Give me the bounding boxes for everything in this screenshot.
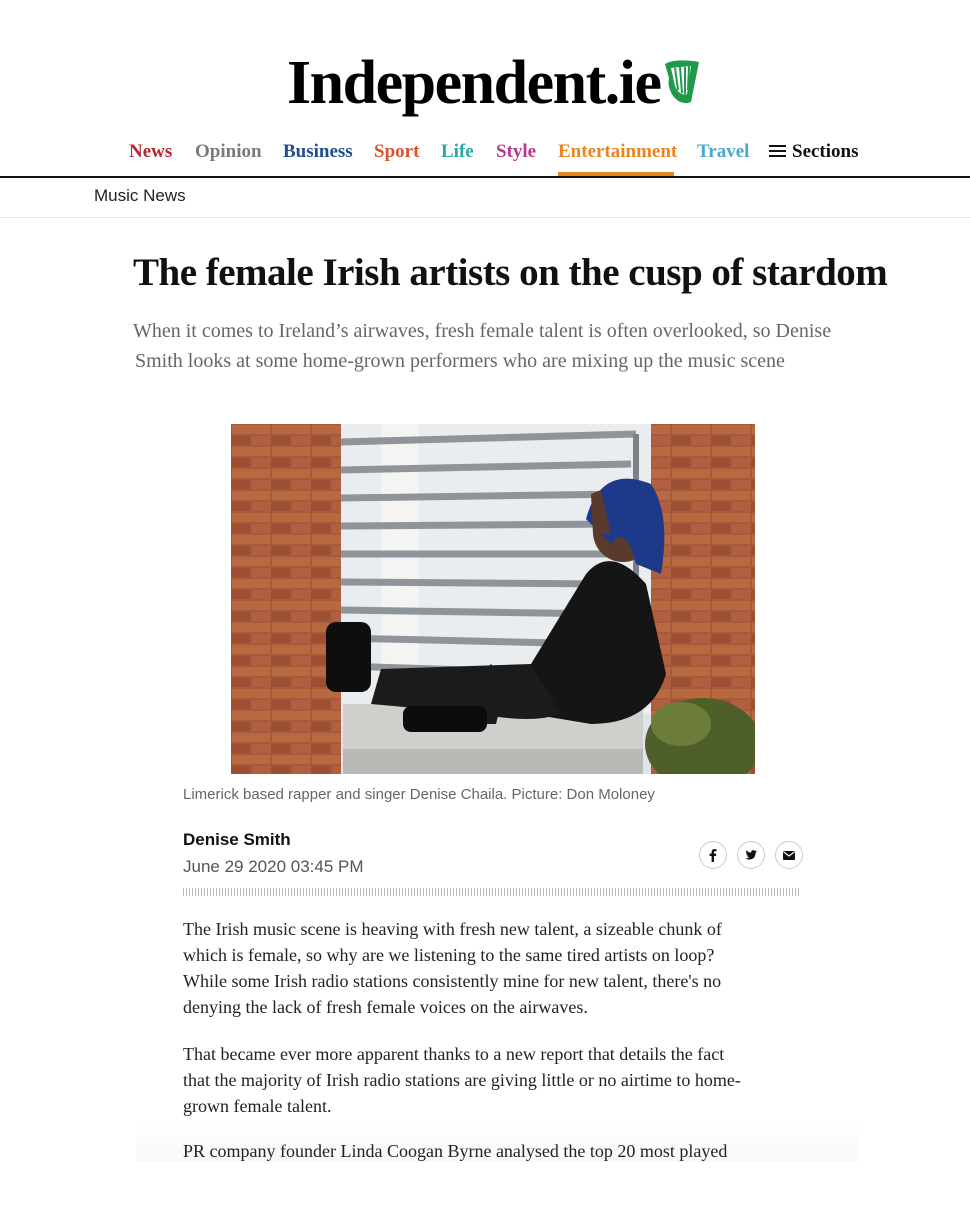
breadcrumb-divider [0,217,970,218]
article-standfirst: When it comes to Ireland’s airwaves, fre… [133,316,903,376]
nav-item-news[interactable]: News [129,139,172,165]
photo-caption: Limerick based rapper and singer Denise … [183,786,655,803]
standfirst-line: Smith looks at some home-grown performer… [135,350,785,372]
twitter-share-button[interactable] [737,841,765,869]
article-paragraph: The Irish music scene is heaving with fr… [183,916,793,1020]
paragraph-line: grown female talent. [183,1096,332,1116]
nav-item-travel[interactable]: Travel [697,139,749,165]
paragraph-line: The Irish music scene is heaving with fr… [183,919,722,939]
author-name[interactable]: Denise Smith [183,830,291,850]
site-header: Independent.ie [0,48,970,118]
paragraph-line: which is female, so why are we listening… [183,945,715,965]
nav-item-sport[interactable]: Sport [374,139,419,165]
nav-item-business[interactable]: Business [283,139,353,165]
nav-item-life[interactable]: Life [441,139,474,165]
menu-icon[interactable] [769,145,786,158]
sections-button[interactable]: Sections [792,139,859,165]
paragraph-line: denying the lack of fresh female voices … [183,997,588,1017]
facebook-share-button[interactable] [699,841,727,869]
byline-divider [183,888,801,896]
nav-divider [0,176,970,178]
main-nav: News Opinion Business Sport Life Style E… [0,139,970,177]
article-photo [231,424,755,774]
paragraph-line: that the majority of Irish radio station… [183,1070,741,1090]
article-headline: The female Irish artists on the cusp of … [133,251,888,294]
nav-item-opinion[interactable]: Opinion [195,139,262,165]
email-icon [783,851,795,860]
facebook-icon [709,849,717,862]
email-share-button[interactable] [775,841,803,869]
paragraph-line: That became ever more apparent thanks to… [183,1044,725,1064]
nav-item-style[interactable]: Style [496,139,536,165]
paragraph-line: While some Irish radio stations consiste… [183,971,722,991]
publish-date: June 29 2020 03:45 PM [183,857,364,876]
standfirst-line: When it comes to Ireland’s airwaves, fre… [133,320,832,342]
nav-item-entertainment[interactable]: Entertainment [558,139,677,165]
paragraph-line: PR company founder Linda Coogan Byrne an… [183,1141,728,1161]
harp-logo-icon [665,60,699,104]
article-paragraph: That became ever more apparent thanks to… [183,1041,793,1119]
twitter-icon [745,850,757,860]
breadcrumb[interactable]: Music News [94,186,186,206]
site-logo[interactable]: Independent.ie [287,48,662,118]
article-paragraph: PR company founder Linda Coogan Byrne an… [183,1138,793,1164]
